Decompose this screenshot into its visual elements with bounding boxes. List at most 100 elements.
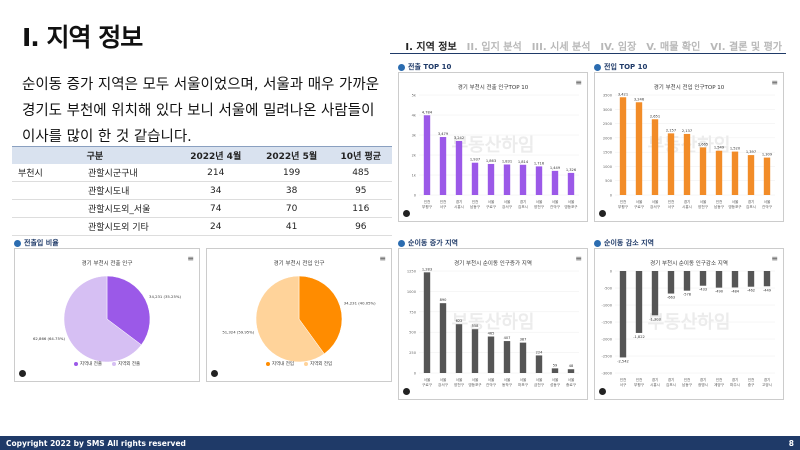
x-tick-label: 광명시 [698, 382, 708, 387]
row-name: 관할시도외 기타 [82, 217, 178, 236]
section-net-decrease: 순이동 감소 지역 [594, 238, 654, 248]
x-tick-label: 서울 [456, 377, 463, 382]
data-label: 890 [440, 298, 448, 302]
data-label: 3,479 [438, 132, 449, 136]
bar [651, 119, 659, 195]
copyright-text: Copyright 2022 by SMS All rights reserve… [6, 438, 186, 448]
x-tick-label: 영등포구 [468, 382, 482, 387]
x-tick-label: 부평구 [618, 204, 629, 209]
chart-out-top10: 경기 부천시 전출 인구TOP 10 ≡ 부동산하임 0 1k 2k 3k 4k 5k 4,784… [398, 72, 588, 222]
bar [715, 150, 723, 195]
legend-label: 지역내 전출 [79, 362, 102, 367]
x-tick-label: 서울 [652, 199, 659, 204]
y-tick-label: 250 [409, 351, 417, 355]
x-tick-label: 부평구 [634, 382, 645, 387]
data-label: 622 [456, 319, 463, 323]
page-number: 8 [788, 438, 794, 448]
legend-dot-icon [304, 361, 308, 366]
y-tick-label: -500 [604, 287, 613, 291]
nav-item[interactable]: IV. 임장 [600, 38, 636, 53]
x-tick-label: 동작구 [502, 382, 513, 387]
x-tick-label: 강서구 [502, 204, 513, 209]
x-tick-label: 경기 [700, 377, 707, 382]
nav-item[interactable]: I. 지역 정보 [405, 38, 456, 53]
legend-label: 지역외 전입 [310, 362, 333, 367]
y-tick-label: 3k [412, 134, 417, 138]
bar [423, 272, 431, 373]
data-label: 3,242 [454, 136, 464, 140]
row-name: 관할시도내 [82, 181, 178, 200]
y-tick-label: 1000 [603, 165, 613, 169]
data-label: -484 [731, 289, 740, 293]
summary-paragraph: 순이동 증가 지역은 모두 서울이었으며, 서울과 매우 가까운 경기도 부천에… [22, 77, 380, 145]
y-tick-label: 3000 [603, 108, 613, 112]
row-group: 부천시 [12, 164, 82, 182]
nav-item[interactable]: VI. 결론 및 평가 [710, 38, 782, 53]
nav-item[interactable]: II. 입지 분석 [467, 38, 522, 53]
data-label: 407 [504, 336, 511, 340]
data-label: 465 [488, 332, 495, 336]
bar [683, 133, 691, 195]
data-label: 1,309 [762, 153, 773, 157]
chart-in-top10: 경기 부천시 전입 인구TOP 10≡부동산하임0500100015002000… [594, 72, 784, 222]
bar [455, 324, 463, 373]
legend-item[interactable]: 지역내 전출 [73, 361, 102, 367]
y-tick-label: 1000 [407, 290, 417, 294]
x-tick-label: 남동구 [714, 204, 725, 209]
y-tick-label: 0 [414, 372, 417, 376]
bar [439, 303, 447, 373]
legend-item[interactable]: 지역외 전출 [112, 361, 140, 367]
x-tick-label: 김포시 [746, 204, 756, 209]
x-tick-label: 시흥시 [682, 204, 692, 209]
x-tick-label: 서울 [568, 377, 575, 382]
x-tick-label: 양천구 [454, 382, 465, 387]
bar [487, 336, 495, 373]
y-tick-label: 1500 [603, 151, 613, 155]
bar [471, 162, 479, 195]
y-tick-label: 750 [409, 310, 417, 314]
bar [699, 271, 707, 286]
data-label: 2,651 [650, 114, 660, 118]
data-label: 1,863 [486, 159, 496, 163]
x-tick-label: 강서구 [650, 204, 661, 209]
data-label: -433 [699, 288, 707, 292]
table-row: 부천시 관할시군구내 214 199 485 [12, 164, 392, 182]
y-tick-label: 2k [412, 154, 417, 158]
section-net-increase: 순이동 증가 지역 [398, 238, 458, 248]
x-tick-label: 양천구 [698, 204, 709, 209]
bar-chart-svg: 부동산하임 -3000 -2500 -2000 -1500 -1000 -500 0 -2,54… [602, 270, 775, 387]
bar-chart-svg: 부동산하임01k2k3k4k5k4,784인천부평구3,479인천서구3,242… [412, 94, 579, 209]
bar [651, 271, 659, 316]
x-tick-label: 관악구 [486, 382, 497, 387]
data-label: 1,814 [518, 160, 529, 164]
data-label: 1,549 [714, 146, 725, 150]
x-tick-label: 서울 [504, 199, 511, 204]
x-tick-label: 남동구 [470, 204, 481, 209]
bar-chart-svg: 부동산하임 0 250 500 750 1000 1250 1,283 서울구로구 890 서울강서… [407, 267, 579, 387]
table-cell: 41 [253, 217, 330, 236]
bar [699, 147, 707, 195]
x-tick-label: 서구 [620, 382, 627, 387]
x-tick-label: 서울 [488, 199, 495, 204]
x-tick-label: 서울 [536, 377, 543, 382]
nav-item[interactable]: V. 매물 확인 [646, 38, 700, 53]
legend-item[interactable]: 지역외 전입 [304, 361, 332, 367]
watermark: 부동산하임 [452, 312, 535, 333]
legend-label: 지역외 전출 [118, 362, 141, 367]
page-title: I. 지역 정보 [22, 23, 143, 52]
nav-item[interactable]: III. 시세 분석 [532, 38, 591, 53]
bar [635, 102, 643, 195]
legend-dot-icon [265, 361, 270, 366]
data-label: 1,665 [698, 142, 708, 146]
x-tick-label: 서울 [536, 199, 543, 204]
table-cell: 74 [177, 199, 254, 218]
legend-item[interactable]: 지역내 전입 [265, 361, 294, 367]
bar [667, 133, 675, 195]
x-tick-label: 경기 [764, 377, 771, 382]
chart-legend: 지역내 전출 지역외 전출 [15, 361, 199, 367]
table-cell: 34 [177, 181, 254, 200]
data-label: -1,303 [649, 317, 661, 321]
x-tick-label: 경기 [748, 199, 755, 204]
y-tick-label: 1250 [407, 270, 417, 274]
x-tick-label: 구로구 [486, 205, 497, 209]
